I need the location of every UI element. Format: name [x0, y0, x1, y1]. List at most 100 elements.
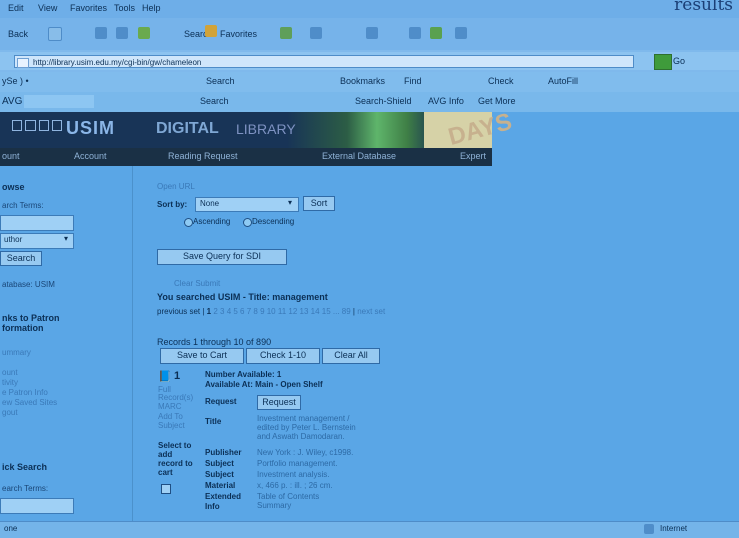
- add-to-link[interactable]: Add To: [158, 412, 183, 421]
- back-button[interactable]: Back: [8, 29, 28, 39]
- search-shield-button[interactable]: Search-Shield: [355, 96, 412, 106]
- status-left-text: one: [4, 524, 18, 533]
- browse-heading: owse: [2, 182, 25, 192]
- favorites-star-icon: [205, 25, 217, 37]
- home-icon[interactable]: [138, 27, 150, 39]
- quick-search-terms-label: earch Terms:: [2, 484, 49, 493]
- publisher-label: Publisher: [205, 448, 242, 457]
- menu-bar: Edit View Favorites Tools Help results: [0, 0, 739, 18]
- author-select-value: uthor: [4, 235, 23, 244]
- check-1-10-button[interactable]: Check 1-10: [246, 348, 320, 364]
- descending-radio[interactable]: [243, 218, 252, 227]
- nav-reading-request[interactable]: Reading Request: [168, 151, 238, 161]
- previous-set-link[interactable]: previous set: [157, 307, 200, 316]
- stop-icon[interactable]: [95, 27, 107, 39]
- menu-view[interactable]: View: [38, 3, 57, 13]
- avg-logo: AVG: [2, 96, 23, 107]
- left-search-button[interactable]: Search: [0, 251, 42, 266]
- link-summary[interactable]: ummary: [2, 348, 31, 357]
- messenger-icon[interactable]: [455, 27, 467, 39]
- favorites-button[interactable]: Favorites: [220, 29, 257, 39]
- sort-select-value: None: [200, 199, 220, 208]
- quick-search-input[interactable]: [0, 498, 74, 514]
- edit-icon[interactable]: [430, 27, 442, 39]
- nav-external-database[interactable]: External Database: [322, 151, 396, 161]
- clear-all-button[interactable]: Clear All: [322, 348, 380, 364]
- request-button[interactable]: Request: [257, 395, 301, 410]
- nav-account-partial[interactable]: ount: [2, 151, 20, 161]
- sort-button[interactable]: Sort: [303, 196, 335, 211]
- descending-label: Descending: [252, 217, 295, 226]
- clear-submit-link[interactable]: Clear Submit: [174, 279, 220, 288]
- quick-search-heading: ick Search: [2, 462, 48, 472]
- available-at: Available At: Main - Open Shelf: [205, 380, 323, 389]
- results-corner-label: results: [674, 0, 733, 15]
- banner-library: LIBRARY: [236, 121, 296, 137]
- sort-select[interactable]: None ▾: [195, 197, 299, 212]
- patron-links-heading-2: formation: [2, 323, 44, 333]
- link-saved-sites[interactable]: ew Saved Sites: [2, 398, 57, 407]
- select-to-add-label: Select to add record to cart: [158, 441, 193, 477]
- subject-label-1: Subject: [205, 459, 234, 468]
- address-field[interactable]: http://library.usim.edu.my/cgi-bin/gw/ch…: [14, 55, 634, 68]
- subject-value-1[interactable]: Portfolio management.: [257, 459, 338, 468]
- refresh-icon[interactable]: [116, 27, 128, 39]
- chevron-down-icon: ▾: [63, 234, 68, 243]
- link-activity[interactable]: tivity: [2, 378, 18, 387]
- select-record-checkbox[interactable]: [161, 484, 171, 494]
- link-logout[interactable]: gout: [2, 408, 18, 417]
- media-icon[interactable]: [280, 27, 292, 39]
- ascending-label: Ascending: [193, 217, 231, 226]
- mail-icon[interactable]: [366, 27, 378, 39]
- record-number: 1: [174, 370, 181, 382]
- open-url-link[interactable]: Open URL: [157, 182, 195, 191]
- link-patron-info[interactable]: e Patron Info: [2, 388, 48, 397]
- menu-help[interactable]: Help: [142, 3, 161, 13]
- title-label: Title: [205, 417, 222, 426]
- add-to-link-2[interactable]: Subject: [158, 421, 185, 430]
- search-summary: You searched USIM - Title: management: [157, 292, 328, 302]
- subject-value-2[interactable]: Investment analysis.: [257, 470, 329, 479]
- records-count: Records 1 through 10 of 890: [157, 337, 272, 347]
- print-icon[interactable]: [409, 27, 421, 39]
- marc-link[interactable]: MARC: [158, 402, 182, 411]
- nav-account[interactable]: Account: [74, 151, 107, 161]
- ascending-radio[interactable]: [184, 218, 193, 227]
- get-more-button[interactable]: Get More: [478, 96, 516, 106]
- menu-favorites[interactable]: Favorites: [70, 3, 107, 13]
- material-label: Material: [205, 481, 236, 490]
- history-icon[interactable]: [310, 27, 322, 39]
- subject-label-2: Subject: [205, 470, 234, 479]
- avg-search-button[interactable]: Search: [200, 96, 229, 106]
- banner-digital: DIGITAL: [156, 120, 219, 137]
- extended-label: Extended: [205, 492, 242, 501]
- menu-tools[interactable]: Tools: [114, 3, 135, 13]
- save-to-cart-button[interactable]: Save to Cart: [160, 348, 244, 364]
- avg-search-input[interactable]: [24, 95, 94, 108]
- full-record-link-2[interactable]: Record(s): [158, 393, 193, 402]
- autofill-button[interactable]: AutoFill: [548, 76, 578, 86]
- author-select[interactable]: uthor ▾: [0, 233, 74, 249]
- material-value: x, 466 p. : ill. ; 26 cm.: [257, 481, 333, 490]
- sort-label: Sort by:: [157, 200, 188, 209]
- page-links[interactable]: 2 3 4 5 6 7 8 9 10 11 12 13 14 15 ... 89: [213, 307, 350, 316]
- next-set-link[interactable]: next set: [357, 307, 385, 316]
- menu-edit[interactable]: Edit: [8, 3, 24, 13]
- avg-info-button[interactable]: AVG Info: [428, 96, 464, 106]
- check-button[interactable]: Check: [488, 76, 514, 86]
- forward-icon[interactable]: [48, 27, 62, 41]
- save-query-button[interactable]: Save Query for SDI: [157, 249, 287, 265]
- go-button[interactable]: Go: [673, 56, 685, 66]
- toolbar-search-button[interactable]: Search: [206, 76, 235, 86]
- find-button[interactable]: Find: [404, 76, 422, 86]
- bookmarks-button[interactable]: Bookmarks: [340, 76, 385, 86]
- go-icon[interactable]: [654, 54, 672, 70]
- status-right-text: Internet: [660, 524, 688, 533]
- chevron-down-icon: ▾: [287, 198, 292, 207]
- link-account[interactable]: ount: [2, 368, 18, 377]
- page-icon: [17, 58, 29, 68]
- database-label: atabase: USIM: [2, 280, 55, 289]
- nav-expert[interactable]: Expert: [460, 151, 486, 161]
- extended-value[interactable]: Table of Contents Summary: [257, 492, 337, 510]
- search-terms-input[interactable]: [0, 215, 74, 231]
